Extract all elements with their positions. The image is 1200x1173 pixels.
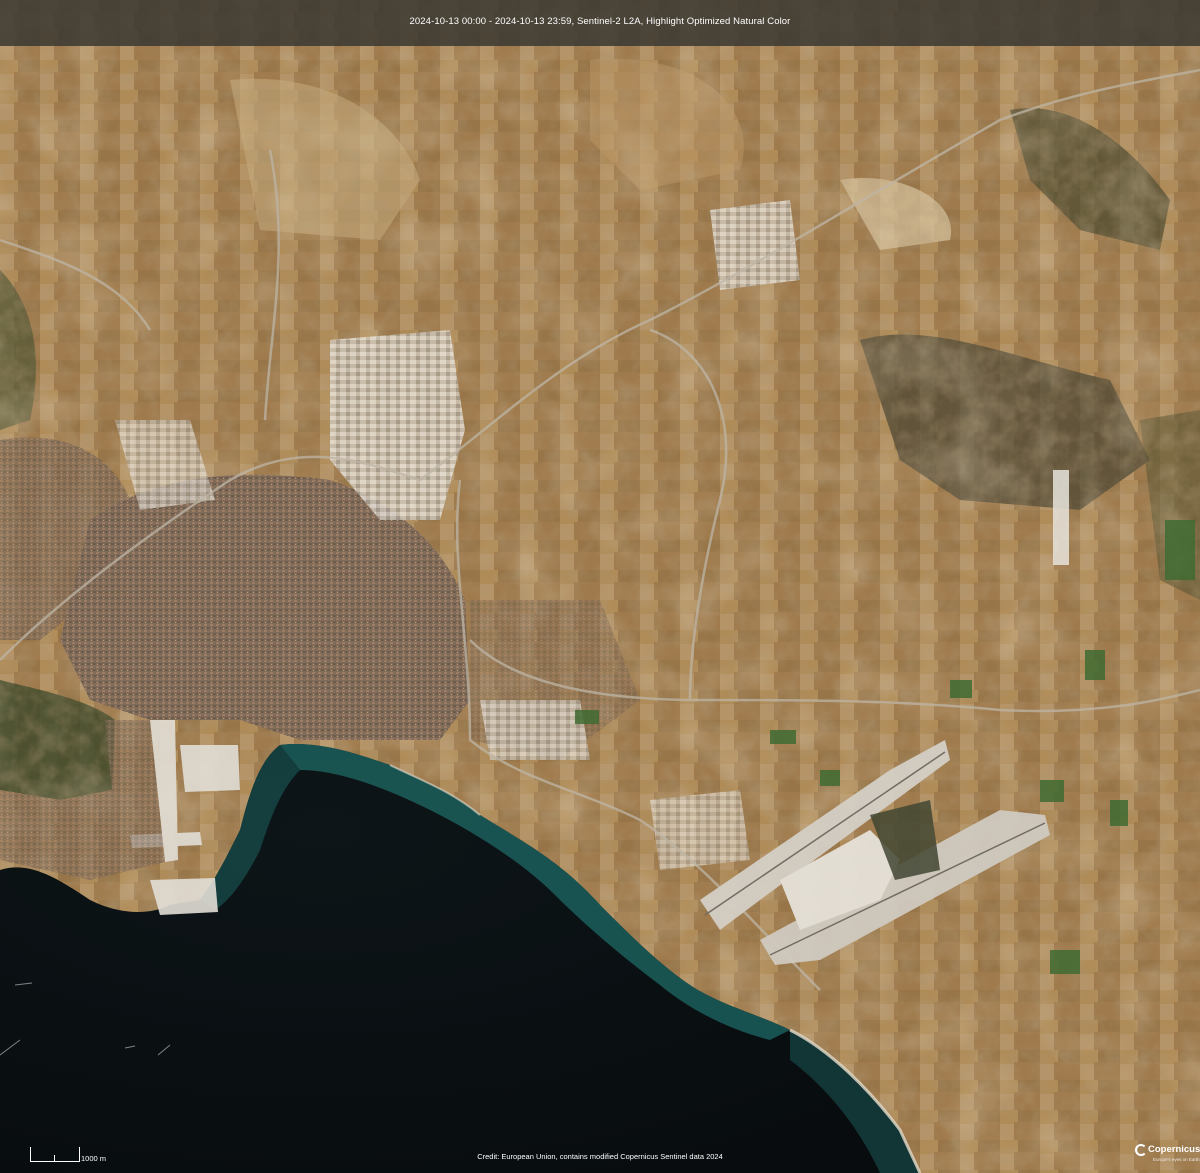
satellite-view: 2024-10-13 00:00 - 2024-10-13 23:59, Sen… [0, 0, 1200, 1173]
image-caption: 2024-10-13 00:00 - 2024-10-13 23:59, Sen… [409, 16, 791, 27]
brand-name: Copernicus [1148, 1144, 1200, 1155]
credit-text: Credit: European Union, contains modifie… [477, 1152, 723, 1161]
logo-ring [1135, 1144, 1147, 1156]
brand-tagline: Europe's eyes on Earth [1153, 1157, 1200, 1162]
satellite-image [0, 0, 1200, 1173]
greenhouse-strip [1053, 470, 1069, 565]
header-bar: 2024-10-13 00:00 - 2024-10-13 23:59, Sen… [0, 0, 1200, 46]
copernicus-logo-icon: Copernicus Europe's eyes on Earth [1134, 1140, 1200, 1170]
